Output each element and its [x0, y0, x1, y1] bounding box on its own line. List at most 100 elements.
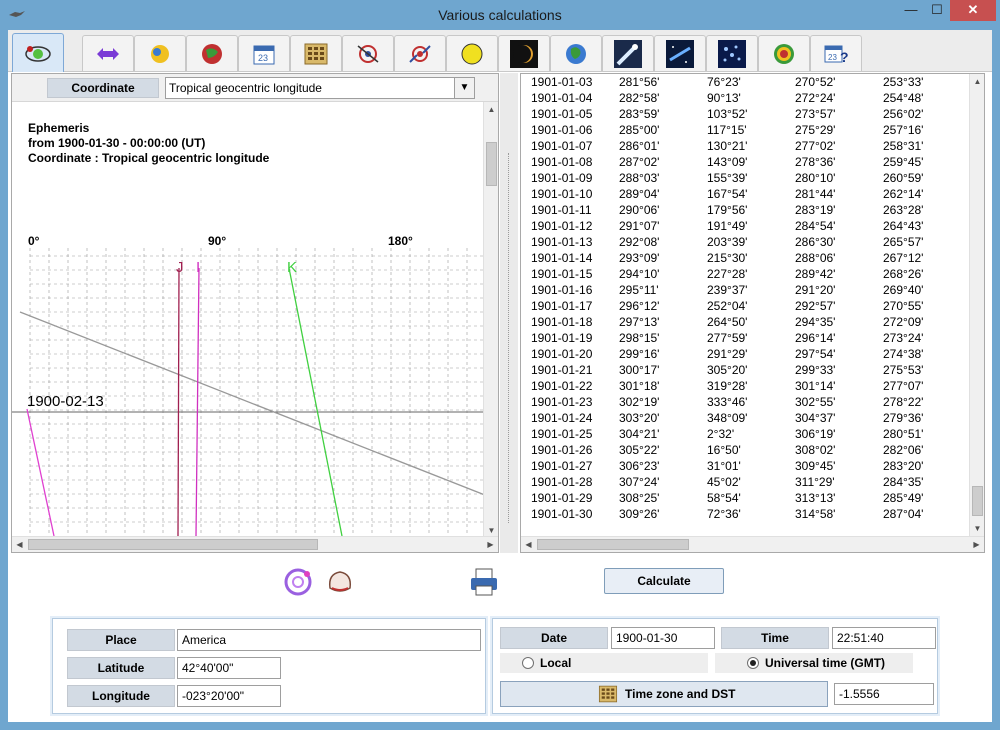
longitude-cell: 289°04'	[619, 187, 660, 201]
scroll-left-icon[interactable]: ◀	[12, 537, 27, 552]
coordinate-select[interactable]: Tropical geocentric longitude ▼	[165, 77, 475, 99]
local-time-option[interactable]: Local	[500, 653, 708, 673]
date-cell: 1901-01-10	[531, 187, 593, 201]
tab-eclipse[interactable]	[498, 35, 550, 71]
tab-galaxy[interactable]	[654, 35, 706, 71]
longitude-cell: 262°14'	[883, 187, 924, 201]
ephemeris-coordinate: Coordinate : Tropical geocentric longitu…	[28, 151, 270, 165]
longitude-cell: 258°31'	[883, 139, 924, 153]
scroll-right-icon[interactable]: ▶	[483, 537, 498, 552]
longitude-cell: 281°56'	[619, 75, 660, 89]
galaxy-icon	[666, 39, 694, 68]
graph-horizontal-scrollbar[interactable]: ◀ ▶	[12, 536, 498, 552]
minimize-button[interactable]: —	[898, 0, 924, 21]
date-cell: 1901-01-07	[531, 139, 593, 153]
series-line-i	[195, 267, 200, 536]
longitude-cell: 274°38'	[883, 347, 924, 361]
scroll-thumb[interactable]	[28, 539, 318, 550]
ephemeris-graph-panel: Coordinate Tropical geocentric longitude…	[11, 73, 499, 553]
place-field[interactable]: America	[177, 629, 481, 651]
ephemeris-table-panel: 1901-01-03 281°56' 76°23' 270°52' 253°33' 190…	[520, 73, 985, 553]
tab-moon[interactable]	[446, 35, 498, 71]
longitude-cell: 290°06'	[619, 203, 660, 217]
scroll-right-icon[interactable]: ▶	[969, 537, 984, 552]
longitude-cell: 203°39'	[707, 235, 748, 249]
time-field[interactable]: 22:51:40	[832, 627, 936, 649]
tab-calculator[interactable]	[290, 35, 342, 71]
date-field[interactable]: 1900-01-30	[611, 627, 715, 649]
universal-time-option[interactable]: Universal time (GMT)	[715, 653, 913, 673]
longitude-cell: 283°20'	[883, 459, 924, 473]
date-cell: 1901-01-24	[531, 411, 593, 425]
tab-earth[interactable]	[550, 35, 602, 71]
svg-text:23: 23	[828, 53, 837, 62]
longitude-field[interactable]: -023°20'00"	[177, 685, 281, 707]
date-cell: 1901-01-30	[531, 507, 593, 521]
longitude-cell: 275°53'	[883, 363, 924, 377]
split-divider[interactable]	[500, 73, 518, 553]
tab-calendar-help[interactable]: 23?	[810, 35, 862, 71]
title-bar: Various calculations — ☐ ✕	[0, 0, 1000, 30]
longitude-cell: 296°14'	[795, 331, 836, 345]
tab-orbit[interactable]	[12, 33, 64, 72]
tab-comet[interactable]	[602, 35, 654, 71]
scroll-thumb[interactable]	[972, 486, 983, 516]
shell-button[interactable]	[322, 564, 358, 600]
tab-sun[interactable]	[134, 35, 186, 71]
timezone-dst-button[interactable]: Time zone and DST	[500, 681, 828, 707]
longitude-cell: 348°09'	[707, 411, 748, 425]
graph-vertical-scrollbar[interactable]: ▲ ▼	[483, 102, 498, 538]
longitude-cell: 252°04'	[707, 299, 748, 313]
longitude-cell: 167°54'	[707, 187, 748, 201]
tab-conjunction[interactable]	[394, 35, 446, 71]
scroll-thumb[interactable]	[486, 142, 497, 186]
printer-icon	[471, 568, 497, 596]
date-cell: 1901-01-16	[531, 283, 593, 297]
ephemeris-header: Ephemeris from 1900-01-30 - 00:00:00 (UT…	[28, 121, 269, 166]
scroll-thumb[interactable]	[537, 539, 689, 550]
tab-star-cluster[interactable]	[706, 35, 758, 71]
close-button[interactable]: ✕	[950, 0, 996, 21]
scroll-left-icon[interactable]: ◀	[521, 537, 536, 552]
calculate-button[interactable]: Calculate	[604, 568, 724, 594]
tab-swap[interactable]	[82, 35, 134, 71]
radio-universal-time[interactable]	[747, 657, 759, 669]
coordinate-select-value: Tropical geocentric longitude	[169, 81, 322, 95]
chevron-down-icon[interactable]: ▼	[454, 78, 474, 98]
tab-satellite[interactable]	[342, 35, 394, 71]
scroll-up-icon[interactable]: ▲	[970, 74, 984, 89]
axis-label-180: 180°	[388, 234, 413, 248]
scroll-up-icon[interactable]: ▲	[484, 102, 499, 117]
longitude-cell: 291°20'	[795, 283, 836, 297]
location-box: Place America Latitude 42°40'00" Longitu…	[52, 618, 486, 714]
timezone-offset-field[interactable]: -1.5556	[834, 683, 934, 705]
longitude-cell: 284°54'	[795, 219, 836, 233]
tab-globe[interactable]	[186, 35, 238, 71]
longitude-cell: 314°58'	[795, 507, 836, 521]
longitude-cell: 294°10'	[619, 267, 660, 281]
print-button[interactable]	[466, 564, 502, 600]
orbit-ring-icon	[284, 568, 312, 596]
sun-icon	[151, 44, 169, 63]
date-cell: 1901-01-09	[531, 171, 593, 185]
longitude-cell: 289°42'	[795, 267, 836, 281]
table-vertical-scrollbar[interactable]: ▲ ▼	[969, 74, 984, 536]
orbit-icon	[25, 46, 51, 62]
latitude-field[interactable]: 42°40'00"	[177, 657, 281, 679]
longitude-cell: 277°59'	[707, 331, 748, 345]
tab-rainbow[interactable]	[758, 35, 810, 71]
longitude-cell: 275°29'	[795, 123, 836, 137]
longitude-cell: 296°12'	[619, 299, 660, 313]
longitude-cell: 308°02'	[795, 443, 836, 457]
tab-calendar[interactable]: 23	[238, 35, 290, 71]
radio-local[interactable]	[522, 657, 534, 669]
table-horizontal-scrollbar[interactable]: ◀ ▶	[521, 536, 984, 552]
date-cell: 1901-01-05	[531, 107, 593, 121]
scroll-down-icon[interactable]: ▼	[970, 521, 984, 536]
longitude-cell: 281°44'	[795, 187, 836, 201]
longitude-cell: 301°14'	[795, 379, 836, 393]
orbit-view-button[interactable]	[280, 564, 316, 600]
maximize-button[interactable]: ☐	[924, 0, 950, 21]
longitude-cell: 292°57'	[795, 299, 836, 313]
place-label: Place	[67, 629, 175, 651]
